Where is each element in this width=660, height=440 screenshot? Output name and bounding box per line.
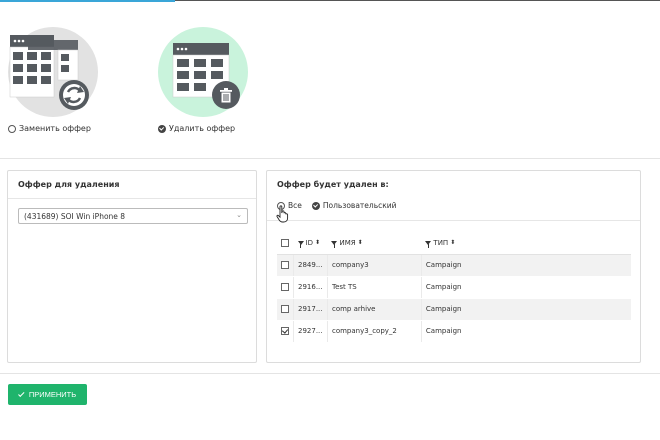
row-type: Campaign bbox=[420, 298, 631, 321]
delete-offer-check-icon[interactable] bbox=[158, 124, 166, 133]
hand-cursor-icon bbox=[276, 205, 289, 223]
filter-icon[interactable] bbox=[297, 240, 304, 248]
scope-custom-option[interactable]: Пользовательский bbox=[311, 201, 397, 210]
active-tab-indicator bbox=[0, 0, 175, 2]
campaigns-table: ID ⬍ ИМЯ ⬍ ТИП ⬍ 2849... company3 Campaign … bbox=[277, 232, 631, 343]
table-row[interactable]: 2849... company3 Campaign bbox=[277, 254, 631, 277]
row-type: Campaign bbox=[420, 254, 631, 277]
sort-icon[interactable]: ⬍ bbox=[315, 239, 320, 246]
row-id: 2927... bbox=[293, 320, 328, 343]
row-name: company3_copy_2 bbox=[326, 320, 422, 343]
chevron-down-icon: ⌄ bbox=[236, 211, 242, 219]
select-all-cell bbox=[277, 232, 294, 255]
type-column-header[interactable]: ТИП ⬍ bbox=[421, 232, 631, 255]
filter-icon[interactable] bbox=[425, 240, 432, 248]
offer-select[interactable]: (431689) SOI Win iPhone 8 ⌄ bbox=[18, 208, 248, 224]
footer-divider bbox=[0, 373, 660, 374]
row-type: Campaign bbox=[420, 320, 631, 343]
row-name: Test TS bbox=[326, 276, 422, 299]
name-column-header[interactable]: ИМЯ ⬍ bbox=[327, 232, 422, 255]
sort-icon[interactable]: ⬍ bbox=[450, 239, 455, 246]
row-checkbox-cell bbox=[277, 254, 294, 277]
table-header-row: ID ⬍ ИМЯ ⬍ ТИП ⬍ bbox=[277, 232, 631, 255]
offer-to-delete-title: Оффер для удаления bbox=[18, 180, 120, 189]
scope-custom-check-icon[interactable] bbox=[311, 201, 320, 210]
offer-select-value: (431689) SOI Win iPhone 8 bbox=[24, 212, 126, 221]
apply-button-label: ПРИМЕНИТЬ bbox=[28, 390, 77, 399]
apply-button[interactable]: ПРИМЕНИТЬ bbox=[8, 384, 87, 405]
replace-offer-option[interactable]: Заменить оффер bbox=[8, 124, 91, 133]
id-header-label: ID bbox=[305, 238, 313, 247]
row-checkbox[interactable] bbox=[281, 327, 289, 335]
scope-all-label: Все bbox=[288, 201, 302, 210]
row-name: company3 bbox=[326, 254, 422, 277]
table-row[interactable]: 2927... company3_copy_2 Campaign bbox=[277, 320, 631, 343]
section-divider bbox=[0, 158, 660, 159]
row-checkbox-cell bbox=[277, 320, 294, 343]
select-all-checkbox[interactable] bbox=[281, 238, 289, 247]
name-header-label: ИМЯ bbox=[339, 238, 356, 247]
id-column-header[interactable]: ID ⬍ bbox=[293, 232, 328, 255]
check-icon bbox=[17, 390, 25, 397]
table-trash-icon[interactable] bbox=[158, 27, 248, 117]
table-row[interactable]: 2917... comp arhive Campaign bbox=[277, 298, 631, 321]
row-checkbox-cell bbox=[277, 276, 294, 299]
type-header-label: ТИП bbox=[433, 238, 449, 247]
scope-custom-label: Пользовательский bbox=[322, 201, 397, 210]
replace-offer-label: Заменить оффер bbox=[19, 124, 91, 133]
row-checkbox[interactable] bbox=[281, 305, 289, 313]
delete-offer-label: Удалить оффер bbox=[169, 124, 236, 133]
row-id: 2917... bbox=[293, 298, 328, 321]
offer-deleted-in-title: Оффер будет удален в: bbox=[277, 180, 389, 189]
row-name: comp arhive bbox=[326, 298, 422, 321]
panel-separator bbox=[267, 220, 640, 221]
row-id: 2916... bbox=[293, 276, 328, 299]
offer-deleted-in-panel: Оффер будет удален в: Все Пользовательск… bbox=[266, 170, 641, 363]
filter-icon[interactable] bbox=[331, 240, 338, 248]
offer-to-delete-panel: Оффер для удаления (431689) SOI Win iPho… bbox=[7, 170, 257, 363]
sort-icon[interactable]: ⬍ bbox=[358, 239, 363, 246]
row-checkbox[interactable] bbox=[281, 283, 289, 291]
table-row[interactable]: 2916... Test TS Campaign bbox=[277, 276, 631, 299]
row-checkbox-cell bbox=[277, 298, 294, 321]
delete-offer-option[interactable]: Удалить оффер bbox=[158, 124, 235, 133]
row-checkbox[interactable] bbox=[281, 261, 289, 269]
row-type: Campaign bbox=[420, 276, 631, 299]
panel-separator bbox=[8, 198, 256, 199]
scope-options: Все Пользовательский bbox=[277, 201, 397, 210]
row-id: 2849... bbox=[293, 254, 328, 277]
replace-offer-radio[interactable] bbox=[8, 124, 16, 133]
table-refresh-icon[interactable] bbox=[8, 27, 98, 117]
